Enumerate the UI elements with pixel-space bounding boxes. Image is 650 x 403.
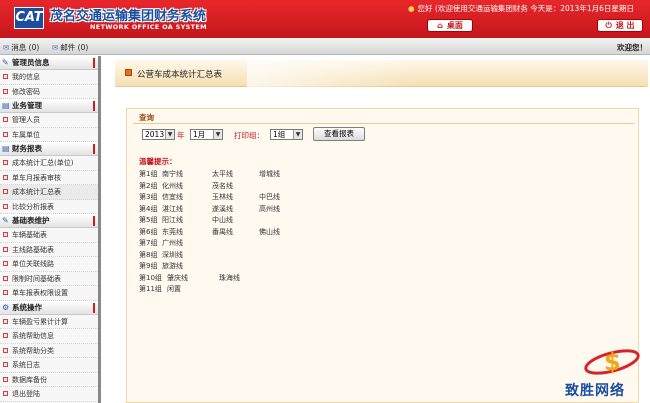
bullet-icon: [3, 318, 8, 324]
list-item: 第3组 信宜线 玉林线 中巴线: [139, 193, 280, 201]
watermark-logo-icon: $: [584, 348, 640, 376]
sidebar-item-cost-summary-unit[interactable]: 成本统计汇总(单位): [0, 156, 98, 171]
toolbar-welcome: 欢迎您！: [617, 43, 647, 52]
messages-link[interactable]: ✉ 消息 (0): [3, 42, 39, 53]
tip-title: 温馨提示：: [139, 157, 177, 166]
print-group-label: 打印组：: [234, 131, 264, 140]
list-item: 第1组 南宁线 太平线 增城线: [139, 170, 280, 178]
chevron-down-icon: ▼: [165, 130, 174, 139]
sidebar-item-vehicle-table[interactable]: 车辆基础表: [0, 228, 98, 243]
svg-text:$: $: [604, 348, 621, 376]
bullet-icon: [3, 160, 8, 165]
sidebar-item-route-table[interactable]: 主线路基础表: [0, 243, 98, 257]
bullet-icon: [3, 376, 8, 382]
watermark-text: 致胜网络: [565, 383, 625, 399]
year-unit-label: 年: [177, 131, 185, 140]
bullet-icon: [3, 232, 8, 237]
app-header: CAT 茂名交通运输集团财务系统 NETWORK OFFICE OA SYSTE…: [0, 0, 650, 38]
toolbar: ✉ 消息 (0) ✉ 邮件 (0) 欢迎您！: [0, 38, 650, 55]
sidebar-group-header[interactable]: ✎ 管理员信息: [0, 56, 98, 70]
sidebar-group-system: ⚙ 系统操作 车辆盈亏累计计算 系统帮助信息 系统帮助分类 系统日志 数据库备份 …: [0, 300, 98, 402]
sidebar-item-monthly-review[interactable]: 单车月报表审核: [0, 171, 98, 185]
chevron-down-icon: ▼: [293, 130, 302, 139]
sidebar-item-system-log[interactable]: 系统日志: [0, 358, 98, 373]
sidebar-item-profit-calc[interactable]: 车辆盈亏累计计算: [0, 315, 98, 329]
sidebar-group-admin: ✎ 管理员信息 我的信息 修改密码: [0, 56, 98, 99]
folder-icon: ▤: [2, 101, 10, 110]
mail-link[interactable]: ✉ 邮件 (0): [52, 42, 88, 53]
mail-icon: ✉: [52, 43, 59, 52]
sidebar-item-my-info[interactable]: 我的信息: [0, 70, 98, 85]
gear-icon: ⚙: [2, 302, 10, 312]
sidebar-group-header[interactable]: ▤ 财务报表: [0, 142, 98, 156]
query-label: 查询: [139, 113, 154, 122]
sidebar-item-report-permission[interactable]: 单车报表权限设置: [0, 286, 98, 301]
sidebar-item-cost-summary[interactable]: 成本统计汇总表: [0, 185, 98, 200]
welcome-text: ● 您好 (欢迎使用交通运输集团财务 今天是：2013年1月6日星期日: [408, 4, 634, 13]
sidebar-group-business: ▤ 业务管理 管理人员 车属单位: [0, 99, 98, 142]
sidebar-item-help-category[interactable]: 系统帮助分类: [0, 344, 98, 358]
sidebar-group-header[interactable]: ✎ 基础表维护: [0, 214, 98, 228]
bullet-icon: [3, 88, 8, 94]
power-icon: ⏻: [605, 21, 612, 30]
sidebar: ✎ 管理员信息 我的信息 修改密码 ▤ 业务管理 管理人员 车属单位 ▤ 财务报表 成…: [0, 56, 101, 403]
message-icon: ✉: [3, 43, 10, 52]
sidebar-item-logout[interactable]: 退出登陆: [0, 387, 98, 402]
list-item: 第10组 肇庆线 珠海线: [139, 273, 240, 282]
chevron-down-icon: ▼: [213, 130, 222, 139]
bullet-icon: [3, 362, 8, 367]
list-item: 第11组 闲置: [139, 285, 181, 293]
month-select[interactable]: 1月 ▼: [190, 129, 223, 140]
app-subtitle: NETWORK OFFICE OA SYSTEM: [90, 23, 207, 31]
year-select[interactable]: 2013 ▼: [142, 129, 175, 140]
title-bullet-icon: [125, 69, 132, 76]
bullet-icon: [3, 391, 8, 396]
tip-list: 第1组 南宁线 太平线 增城线 第2组 化州线 茂名线 第3组 信宜线 玉林线 中巴线 第4组湛…: [139, 169, 339, 296]
watermark: $ 致胜网络: [560, 340, 644, 400]
user-icon: ●: [408, 4, 415, 13]
bullet-icon: [3, 74, 8, 79]
sidebar-group-header[interactable]: ▤ 业务管理: [0, 99, 98, 113]
home-button[interactable]: ⌂ 桌面: [427, 19, 473, 32]
list-item: 第2组 化州线 茂名线: [139, 181, 233, 190]
sidebar-item-managers[interactable]: 管理人员: [0, 113, 98, 128]
list-item: 第6组 东莞线 番禺线 佛山线: [139, 227, 280, 236]
bullet-icon: [3, 246, 8, 252]
list-item: 第9组 旅游线: [139, 262, 183, 270]
pencil-icon: ✎: [2, 58, 9, 67]
sidebar-group-header[interactable]: ⚙ 系统操作: [0, 300, 98, 315]
sidebar-item-help-info[interactable]: 系统帮助信息: [0, 329, 98, 344]
edit-icon: ✎: [2, 216, 9, 225]
bullet-icon: [3, 203, 8, 209]
bullet-icon: [3, 333, 8, 338]
bullet-icon: [3, 275, 8, 281]
list-item: 第4组 湛江线 遂溪线 高州线: [139, 204, 280, 213]
report-icon: ▤: [2, 144, 10, 153]
sidebar-item-db-backup[interactable]: 数据库备份: [0, 373, 98, 387]
bullet-icon: [3, 174, 8, 180]
logo-icon: CAT: [14, 7, 44, 29]
sidebar-item-comparison[interactable]: 比较分析报表: [0, 200, 98, 214]
page-title: 公营车成本统计汇总表: [137, 70, 223, 80]
bullet-icon: [3, 261, 8, 266]
sidebar-item-time-limit[interactable]: 限制时间基础表: [0, 272, 98, 286]
bullet-icon: [3, 117, 8, 122]
bullet-icon: [3, 131, 8, 137]
home-icon: ⌂: [437, 21, 443, 30]
sidebar-item-unit-routes[interactable]: 单位关联线路: [0, 257, 98, 272]
bullet-icon: [3, 290, 8, 295]
app-title: 茂名交通运输集团财务系统: [50, 9, 207, 24]
list-item: 第5组 阳江线 中山线: [139, 216, 233, 224]
print-group-select[interactable]: 1组 ▼: [270, 129, 303, 140]
bullet-icon: [3, 347, 8, 353]
view-report-button[interactable]: 查看报表: [313, 127, 365, 141]
sidebar-group-base-tables: ✎ 基础表维护 车辆基础表 主线路基础表 单位关联线路 限制时间基础表 单车报表权…: [0, 214, 98, 301]
exit-button[interactable]: ⏻ 退 出: [597, 19, 643, 32]
sidebar-item-change-password[interactable]: 修改密码: [0, 85, 98, 99]
sidebar-group-finance: ▤ 财务报表 成本统计汇总(单位) 单车月报表审核 成本统计汇总表 比较分析报表: [0, 142, 98, 214]
sidebar-item-vehicle-units[interactable]: 车属单位: [0, 128, 98, 142]
list-item: 第7组 广州线: [139, 239, 183, 247]
bullet-icon: [3, 189, 8, 194]
list-item: 第8组 深圳线: [139, 250, 183, 259]
